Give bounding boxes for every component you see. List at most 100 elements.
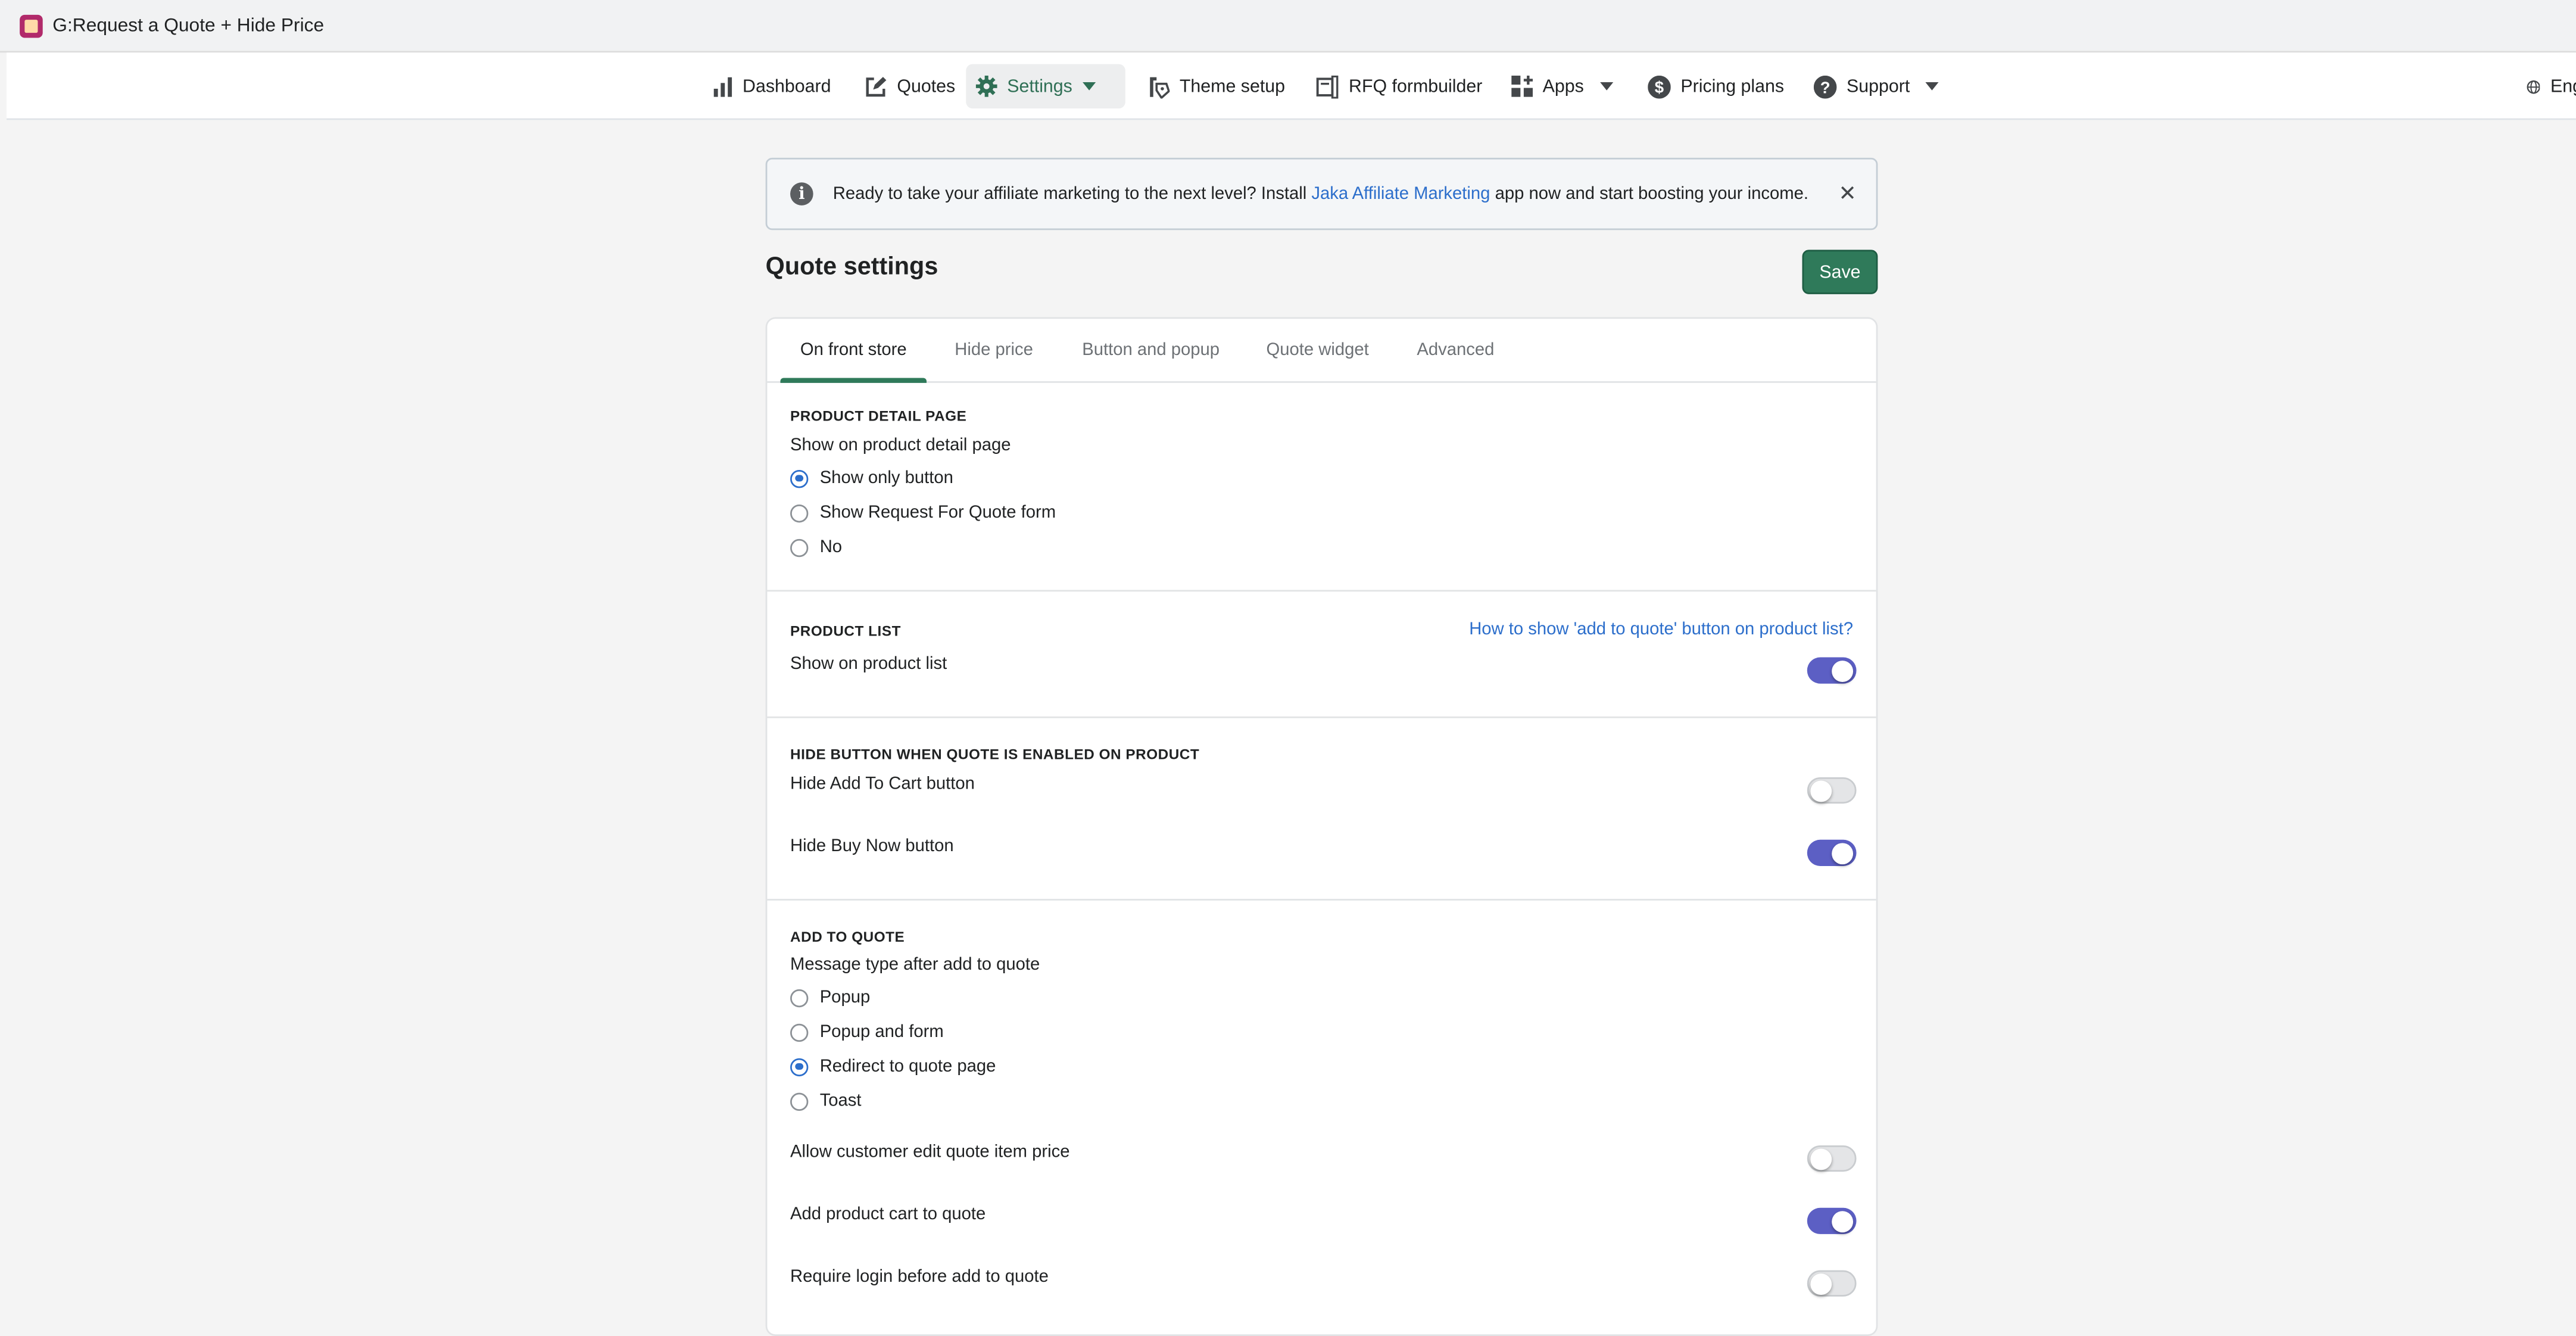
radio-indicator[interactable] bbox=[790, 1092, 809, 1110]
hide-add-to-cart-label: Hide Add To Cart button bbox=[790, 774, 975, 794]
hide-add-to-cart-toggle[interactable] bbox=[1807, 777, 1857, 804]
divider bbox=[767, 590, 1876, 592]
radio-indicator[interactable] bbox=[790, 469, 809, 488]
product-list-help-link[interactable]: How to show 'add to quote' button on pro… bbox=[1469, 619, 1853, 639]
nav-rfq-formbuilder-label: RFQ formbuilder bbox=[1349, 76, 1483, 96]
svg-text:?: ? bbox=[1820, 77, 1830, 96]
globe-icon bbox=[2527, 79, 2541, 94]
nav-support[interactable]: ? Support bbox=[1804, 64, 1947, 108]
radio-popup[interactable]: Popup bbox=[790, 988, 870, 1007]
product-list-title: PRODUCT LIST bbox=[790, 622, 901, 640]
chevron-down-icon bbox=[1082, 82, 1096, 91]
divider bbox=[767, 899, 1876, 901]
banner-link[interactable]: Jaka Affiliate Marketing bbox=[1311, 184, 1490, 204]
app-logo-icon bbox=[20, 14, 43, 38]
toggle-knob bbox=[1810, 780, 1832, 801]
radio-indicator[interactable] bbox=[790, 1057, 809, 1076]
settings-tabs: On front store Hide price Button and pop… bbox=[767, 319, 1876, 383]
nav-quotes-label: Quotes bbox=[897, 76, 956, 96]
banner-text-before: Ready to take your affiliate marketing t… bbox=[832, 183, 1312, 204]
paint-brush-icon bbox=[1150, 76, 1170, 98]
close-icon[interactable]: ✕ bbox=[1838, 180, 1856, 207]
banner-text: Ready to take your affiliate marketing t… bbox=[833, 184, 1808, 204]
radio-label: Show only button bbox=[819, 468, 953, 488]
toggle-knob bbox=[1832, 842, 1854, 864]
radio-label: Popup bbox=[819, 988, 871, 1008]
form-builder-icon bbox=[1316, 74, 1339, 98]
allow-edit-price-toggle[interactable] bbox=[1807, 1145, 1857, 1172]
top-navigation: Dashboard Quotes Settings Theme setup RF… bbox=[7, 52, 2576, 120]
hide-buy-now-toggle[interactable] bbox=[1807, 839, 1857, 866]
app-title: G:Request a Quote + Hide Price bbox=[52, 15, 325, 36]
hide-button-title: HIDE BUTTON WHEN QUOTE IS ENABLED ON PRO… bbox=[790, 746, 1200, 763]
hide-buy-now-label: Hide Buy Now button bbox=[790, 836, 954, 857]
nav-settings[interactable]: Settings bbox=[966, 64, 1125, 109]
nav-support-label: Support bbox=[1847, 76, 1910, 96]
tab-quote-widget[interactable]: Quote widget bbox=[1258, 319, 1377, 381]
nav-language-label: Eng bbox=[2550, 76, 2576, 96]
show-on-product-list-toggle[interactable] bbox=[1807, 657, 1857, 684]
toggle-knob bbox=[1832, 659, 1854, 681]
apps-grid-icon bbox=[1511, 75, 1533, 97]
nav-pricing-plans[interactable]: $ Pricing plans bbox=[1638, 64, 1794, 108]
radio-label: Popup and form bbox=[819, 1022, 944, 1042]
radio-label: Toast bbox=[819, 1091, 862, 1111]
radio-show-only-button[interactable]: Show only button bbox=[790, 468, 953, 488]
radio-no[interactable]: No bbox=[790, 537, 842, 557]
radio-label: No bbox=[819, 537, 843, 558]
nav-theme-setup[interactable]: Theme setup bbox=[1137, 64, 1295, 108]
page-title: Quote settings bbox=[765, 253, 938, 281]
radio-indicator[interactable] bbox=[790, 538, 809, 556]
tab-button-and-popup[interactable]: Button and popup bbox=[1071, 319, 1231, 381]
radio-toast[interactable]: Toast bbox=[790, 1091, 862, 1111]
promo-banner: i Ready to take your affiliate marketing… bbox=[765, 157, 1878, 231]
nav-apps-label: Apps bbox=[1542, 76, 1584, 96]
tab-on-front-store[interactable]: On front store bbox=[780, 319, 927, 383]
svg-text:$: $ bbox=[1655, 77, 1664, 95]
show-on-product-list-label: Show on product list bbox=[790, 654, 947, 674]
help-circle-icon: ? bbox=[1813, 74, 1837, 98]
bar-chart-icon bbox=[713, 76, 732, 96]
radio-show-rfq-form[interactable]: Show Request For Quote form bbox=[790, 503, 1056, 522]
title-bar: G:Request a Quote + Hide Price bbox=[0, 0, 2576, 53]
settings-card: On front store Hide price Button and pop… bbox=[765, 317, 1878, 1336]
add-product-cart-label: Add product cart to quote bbox=[790, 1204, 986, 1225]
dollar-circle-icon: $ bbox=[1648, 74, 1671, 98]
toggle-knob bbox=[1810, 1272, 1832, 1294]
save-button[interactable]: Save bbox=[1802, 250, 1878, 294]
tab-hide-price[interactable]: Hide price bbox=[944, 319, 1043, 381]
radio-indicator[interactable] bbox=[790, 503, 809, 522]
nav-rfq-formbuilder[interactable]: RFQ formbuilder bbox=[1306, 64, 1492, 108]
toggle-knob bbox=[1810, 1148, 1832, 1169]
chevron-down-icon bbox=[1600, 82, 1614, 91]
info-icon: i bbox=[790, 182, 813, 205]
nav-language[interactable]: Eng bbox=[2517, 64, 2576, 108]
add-to-quote-title: ADD TO QUOTE bbox=[790, 928, 905, 945]
tab-advanced[interactable]: Advanced bbox=[1405, 319, 1507, 381]
require-login-toggle[interactable] bbox=[1807, 1270, 1857, 1297]
nav-settings-label: Settings bbox=[1007, 76, 1072, 96]
gear-icon bbox=[975, 75, 997, 97]
nav-pricing-plans-label: Pricing plans bbox=[1680, 76, 1785, 96]
toggle-knob bbox=[1832, 1210, 1854, 1232]
radio-indicator[interactable] bbox=[790, 1023, 809, 1041]
nav-quotes[interactable]: Quotes bbox=[854, 64, 965, 108]
chevron-down-icon bbox=[1925, 82, 1938, 91]
nav-dashboard[interactable]: Dashboard bbox=[703, 64, 841, 108]
radio-popup-and-form[interactable]: Popup and form bbox=[790, 1022, 944, 1042]
edit-icon bbox=[866, 76, 887, 96]
radio-redirect-to-quote-page[interactable]: Redirect to quote page bbox=[790, 1057, 996, 1076]
product-detail-title: PRODUCT DETAIL PAGE bbox=[790, 407, 967, 424]
message-type-label: Message type after add to quote bbox=[790, 954, 1040, 975]
add-product-cart-toggle[interactable] bbox=[1807, 1207, 1857, 1234]
product-detail-label: Show on product detail page bbox=[790, 435, 1011, 456]
radio-label: Redirect to quote page bbox=[819, 1056, 996, 1077]
divider bbox=[767, 716, 1876, 718]
radio-indicator[interactable] bbox=[790, 988, 809, 1007]
nav-apps[interactable]: Apps bbox=[1502, 64, 1623, 108]
nav-theme-setup-label: Theme setup bbox=[1179, 76, 1286, 96]
banner-text-after: app now and start boosting your income. bbox=[1490, 183, 1808, 204]
allow-edit-price-label: Allow customer edit quote item price bbox=[790, 1142, 1070, 1162]
radio-label: Show Request For Quote form bbox=[819, 503, 1056, 523]
nav-dashboard-label: Dashboard bbox=[743, 76, 831, 96]
